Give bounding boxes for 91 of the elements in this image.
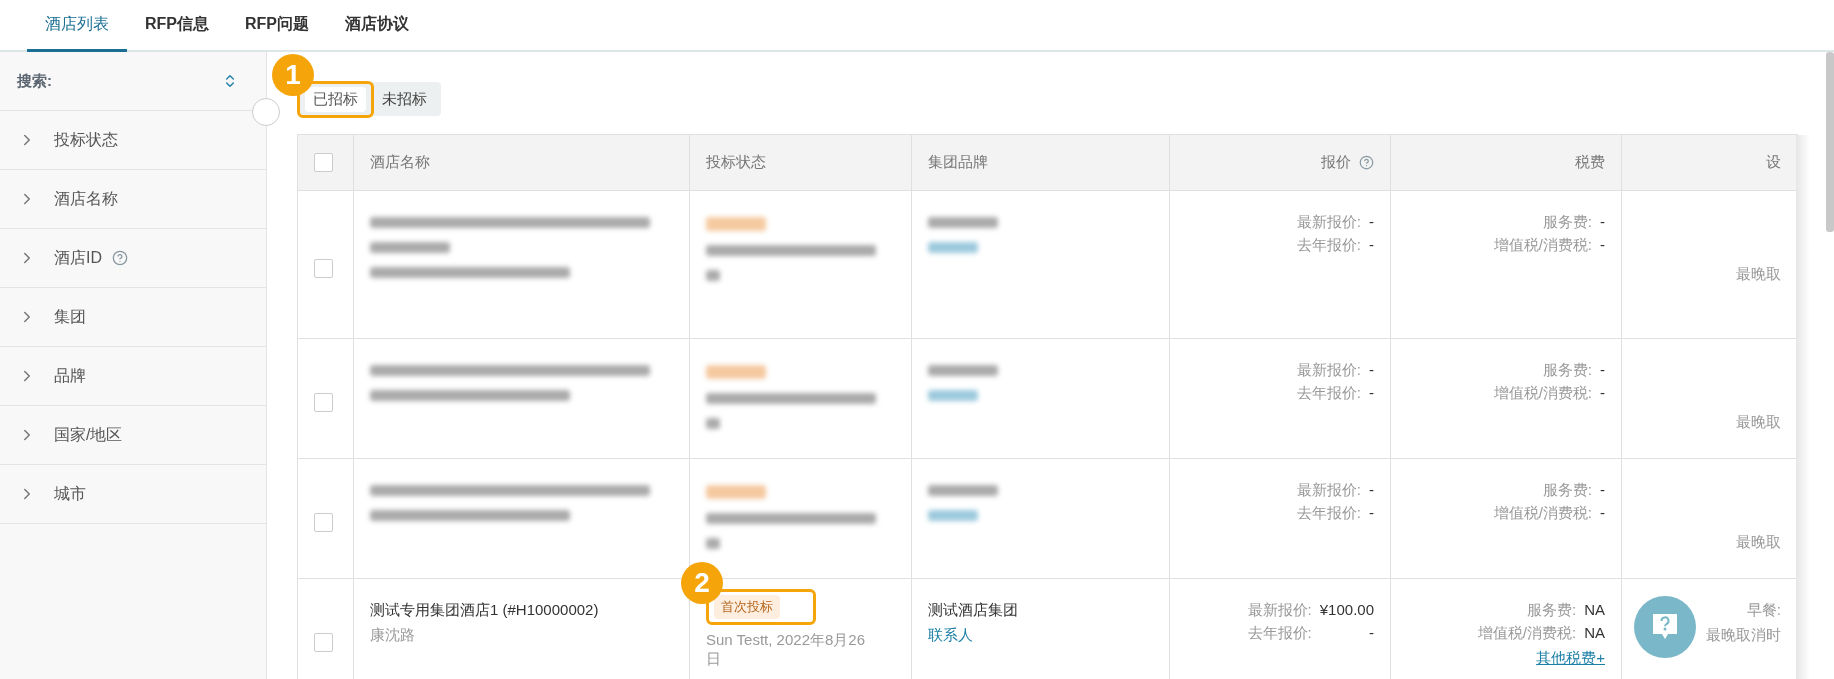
- price-label: 去年报价:: [1296, 384, 1361, 403]
- blurred-text: [928, 390, 978, 401]
- price-value: -: [1369, 504, 1374, 523]
- tax-label: 服务费:: [1527, 601, 1577, 620]
- blurred-text: [706, 485, 766, 499]
- row-checkbox[interactable]: [314, 513, 333, 532]
- tax-value: NA: [1584, 624, 1605, 643]
- price-label: 最新报价:: [1247, 601, 1312, 620]
- policy-text: 最晚取: [1736, 533, 1781, 552]
- price-label: 去年报价:: [1296, 236, 1361, 255]
- contact-link[interactable]: 联系人: [928, 626, 973, 645]
- scrollbar[interactable]: [1826, 52, 1834, 232]
- column-header: 投标状态: [690, 135, 912, 191]
- blurred-text: [928, 217, 998, 228]
- tab[interactable]: RFP问题: [227, 0, 327, 52]
- help-icon[interactable]: [112, 250, 128, 266]
- tab[interactable]: RFP信息: [127, 0, 227, 52]
- blurred-text: [928, 510, 978, 521]
- filter-item[interactable]: 城市: [0, 465, 266, 524]
- price-value: -: [1369, 624, 1374, 643]
- blurred-text: [928, 485, 998, 496]
- filter-item[interactable]: 集团: [0, 288, 266, 347]
- tax-value: -: [1600, 213, 1605, 232]
- policy-text: 最晚取: [1736, 413, 1781, 432]
- tax-label: 服务费:: [1542, 213, 1592, 232]
- tax-label: 增值税/消费税:: [1493, 504, 1592, 523]
- tax-label: 服务费:: [1542, 481, 1592, 500]
- tax-value: NA: [1584, 601, 1605, 620]
- blurred-text: [706, 418, 720, 429]
- price-value: -: [1369, 213, 1374, 232]
- price-value: -: [1369, 481, 1374, 500]
- blurred-text: [706, 365, 766, 379]
- blurred-text: [706, 538, 720, 549]
- tax-label: 增值税/消费税:: [1477, 624, 1577, 643]
- column-header: 报价: [1170, 135, 1391, 191]
- filter-label: 集团: [54, 306, 86, 327]
- price-value: ¥100.00: [1319, 601, 1374, 620]
- collapse-button[interactable]: [252, 98, 280, 126]
- column-header: 酒店名称: [354, 135, 690, 191]
- help-icon[interactable]: [1359, 155, 1374, 170]
- row-checkbox[interactable]: [314, 633, 333, 652]
- filter-label: 投标状态: [54, 129, 118, 150]
- tax-label: 增值税/消费税:: [1493, 384, 1592, 403]
- price-label: 去年报价:: [1296, 504, 1361, 523]
- filter-item[interactable]: 酒店ID: [0, 229, 266, 288]
- tax-value: -: [1600, 236, 1605, 255]
- hotel-name: 测试专用集团酒店1 (#H10000002): [370, 601, 599, 620]
- price-label: 最新报价:: [1296, 481, 1361, 500]
- row-checkbox[interactable]: [314, 259, 333, 278]
- status-tag: 首次投标: [714, 595, 780, 619]
- tax-value: -: [1600, 481, 1605, 500]
- status-updated: Sun Testt, 2022年8月26日: [706, 631, 866, 669]
- policy-text: 最晚取: [1736, 265, 1781, 284]
- filter-item[interactable]: 酒店名称: [0, 170, 266, 229]
- search-label: 搜索:: [17, 71, 52, 91]
- price-value: -: [1369, 236, 1374, 255]
- tax-value: -: [1600, 361, 1605, 380]
- segment-button[interactable]: 已招标: [305, 86, 366, 112]
- filter-item[interactable]: 品牌: [0, 347, 266, 406]
- tax-label: 增值税/消费税:: [1493, 236, 1592, 255]
- tab[interactable]: 酒店协议: [327, 0, 427, 52]
- filter-label: 酒店ID: [54, 247, 102, 268]
- filter-label: 城市: [54, 483, 86, 504]
- price-label: 最新报价:: [1296, 361, 1361, 380]
- filter-label: 国家/地区: [54, 424, 123, 445]
- filter-item[interactable]: 国家/地区: [0, 406, 266, 465]
- filter-label: 品牌: [54, 365, 86, 386]
- blurred-text: [706, 217, 766, 231]
- hotel-address: 康沈路: [370, 626, 415, 645]
- column-header: 税费: [1391, 135, 1622, 191]
- segment-button[interactable]: 未招标: [374, 86, 435, 112]
- column-header: 集团品牌: [912, 135, 1170, 191]
- other-taxes-link[interactable]: 其他税费+: [1536, 649, 1605, 668]
- select-all-checkbox[interactable]: [314, 153, 333, 172]
- price-label: 去年报价:: [1247, 624, 1312, 643]
- brand-name: 测试酒店集团: [928, 601, 1018, 620]
- price-value: -: [1369, 384, 1374, 403]
- price-value: -: [1369, 361, 1374, 380]
- filter-label: 酒店名称: [54, 188, 118, 209]
- blurred-text: [928, 242, 978, 253]
- blurred-text: [706, 270, 720, 281]
- policy-text: 早餐:: [1746, 601, 1781, 620]
- policy-text: 最晚取消时: [1706, 626, 1781, 645]
- tax-value: -: [1600, 384, 1605, 403]
- price-label: 最新报价:: [1296, 213, 1361, 232]
- row-checkbox[interactable]: [314, 393, 333, 412]
- step-badge: 1: [272, 53, 314, 96]
- tax-value: -: [1600, 504, 1605, 523]
- blurred-text: [928, 365, 998, 376]
- tax-label: 服务费:: [1542, 361, 1592, 380]
- column-header: 设: [1622, 135, 1798, 191]
